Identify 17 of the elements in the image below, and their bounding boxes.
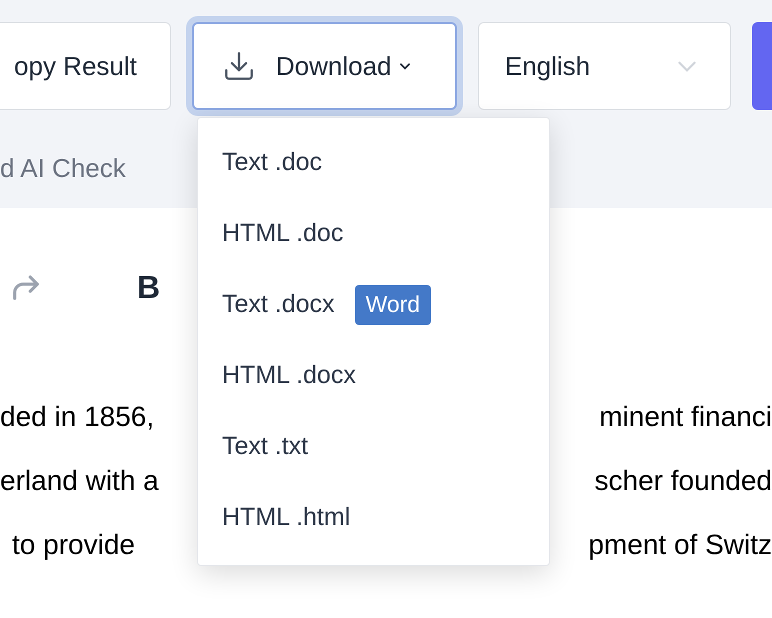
body-text: minent financi <box>598 400 772 434</box>
copy-result-button[interactable]: opy Result <box>0 22 171 110</box>
menu-item[interactable]: HTML .doc <box>198 198 549 269</box>
body-text: pment of Switz <box>587 528 772 562</box>
body-text: scher founded <box>594 464 772 498</box>
body-text: to provide <box>11 528 135 562</box>
body-text: ded in 1856, <box>0 400 154 434</box>
action-button[interactable] <box>752 22 772 110</box>
bold-button[interactable]: B <box>137 271 160 303</box>
word-tag: Word <box>354 284 432 324</box>
menu-item[interactable]: Text .txt <box>198 411 549 482</box>
menu-item[interactable]: HTML .html <box>198 482 549 553</box>
menu-item[interactable]: Text .docx Word <box>198 269 549 340</box>
language-select[interactable]: English <box>478 22 731 110</box>
menu-item[interactable]: Text .doc <box>198 127 549 198</box>
body-text: erland with a <box>0 464 159 498</box>
menu-item[interactable]: HTML .docx <box>198 340 549 411</box>
